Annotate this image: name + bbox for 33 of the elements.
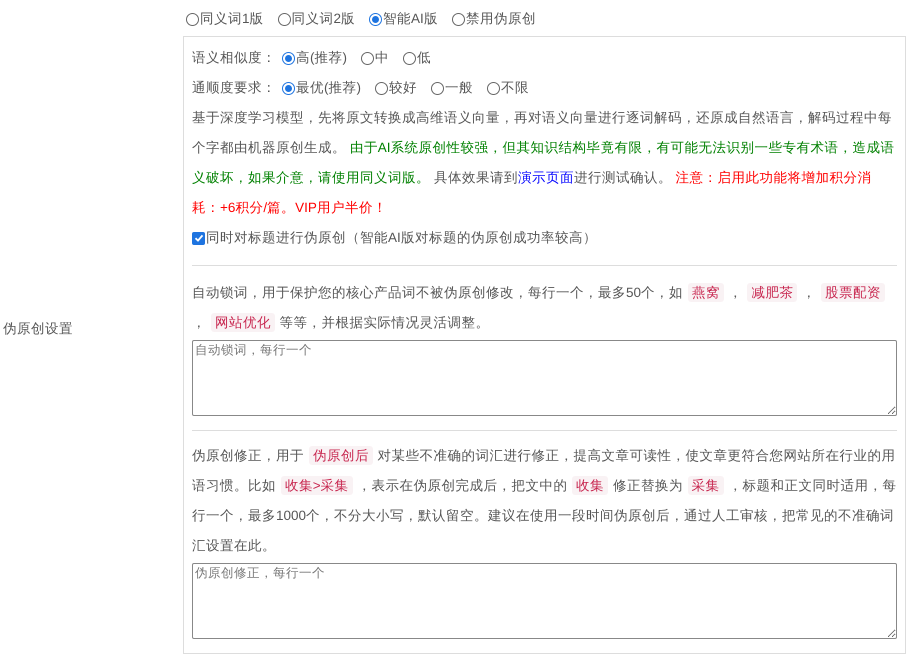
title-checkbox-option[interactable]: 同时对标题进行伪原创（智能AI版对标题的伪原创成功率较高）: [192, 223, 897, 253]
lock-words-input-field[interactable]: 自动锁词，每行一个: [192, 340, 897, 416]
mode-radio[interactable]: 同义词2版: [278, 8, 356, 30]
similarity-label: 语义相似度：: [192, 48, 276, 67]
demo-page-link[interactable]: 演示页面: [518, 170, 574, 185]
radio-icon[interactable]: [282, 82, 295, 94]
radio-icon[interactable]: [487, 82, 500, 94]
radio-icon[interactable]: [282, 52, 295, 64]
fluency-radio[interactable]: 最优(推荐): [282, 78, 361, 98]
radio-icon[interactable]: [431, 82, 444, 94]
radio-icon[interactable]: [403, 52, 416, 64]
correction-description: 伪原创修正，用于 伪原创后 对某些不准确的词汇进行修正，提高文章可读性，使文章更符合您网站所在行业的用语习惯。比如 收集>采集 ，表示在伪原创完成后，把文中的 收集 修正替换为 采集 ，标题和正文同时适用，每行一个，最多1000个，不分大小写，默认留空。建议在使用一段时间伪原创后，通过人工审核，把常见的不准确词汇设置在此。: [192, 445, 897, 555]
fluency-radio[interactable]: 一般: [431, 78, 473, 98]
similarity-radio[interactable]: 中: [361, 48, 389, 68]
fluency-label: 通顺度要求：: [192, 78, 276, 97]
radio-icon[interactable]: [375, 82, 388, 94]
correction-input-field[interactable]: 伪原创修正，每行一个: [192, 563, 897, 639]
mode-radio[interactable]: 禁用伪原创: [452, 8, 536, 30]
radio-icon[interactable]: [361, 52, 374, 64]
radio-icon[interactable]: [369, 12, 382, 26]
mode-radio[interactable]: 同义词1版: [186, 8, 264, 30]
ai-description: 基于深度学习模型，先将原文转换成高维语义向量，再对语义向量进行逐词解码，还原成自然语言，解码过程中每个字都由机器原创生成。 由于AI系统原创性较强，但其知识结构毕竟有限，有可能无法识别一些专有术语，造成语义破坏，如果介意，请使用同义词版。 具体效果请到演示页面进行测试确认。 注意：启用此功能将增加积分消耗：+6积分/篇。VIP用户半价！: [192, 109, 896, 217]
lock-words-description: 自动锁词，用于保护您的核心产品词不被伪原创修改，每行一个，最多50个，如 燕窝 ， 减肥茶 ， 股票配资 ， 网站优化 等等，并根据实际情况灵活调整。: [192, 278, 897, 338]
fluency-radio[interactable]: 较好: [375, 78, 417, 98]
mode-radio[interactable]: 智能AI版: [369, 8, 438, 30]
fluency-radio[interactable]: 不限: [487, 78, 529, 98]
radio-icon[interactable]: [186, 12, 199, 26]
similarity-radio[interactable]: 高(推荐): [282, 48, 347, 68]
settings-label: 伪原创设置: [3, 320, 73, 338]
radio-icon[interactable]: [278, 12, 291, 26]
similarity-radio[interactable]: 低: [403, 48, 431, 68]
checkbox-icon[interactable]: [192, 232, 205, 244]
radio-icon[interactable]: [452, 12, 465, 26]
